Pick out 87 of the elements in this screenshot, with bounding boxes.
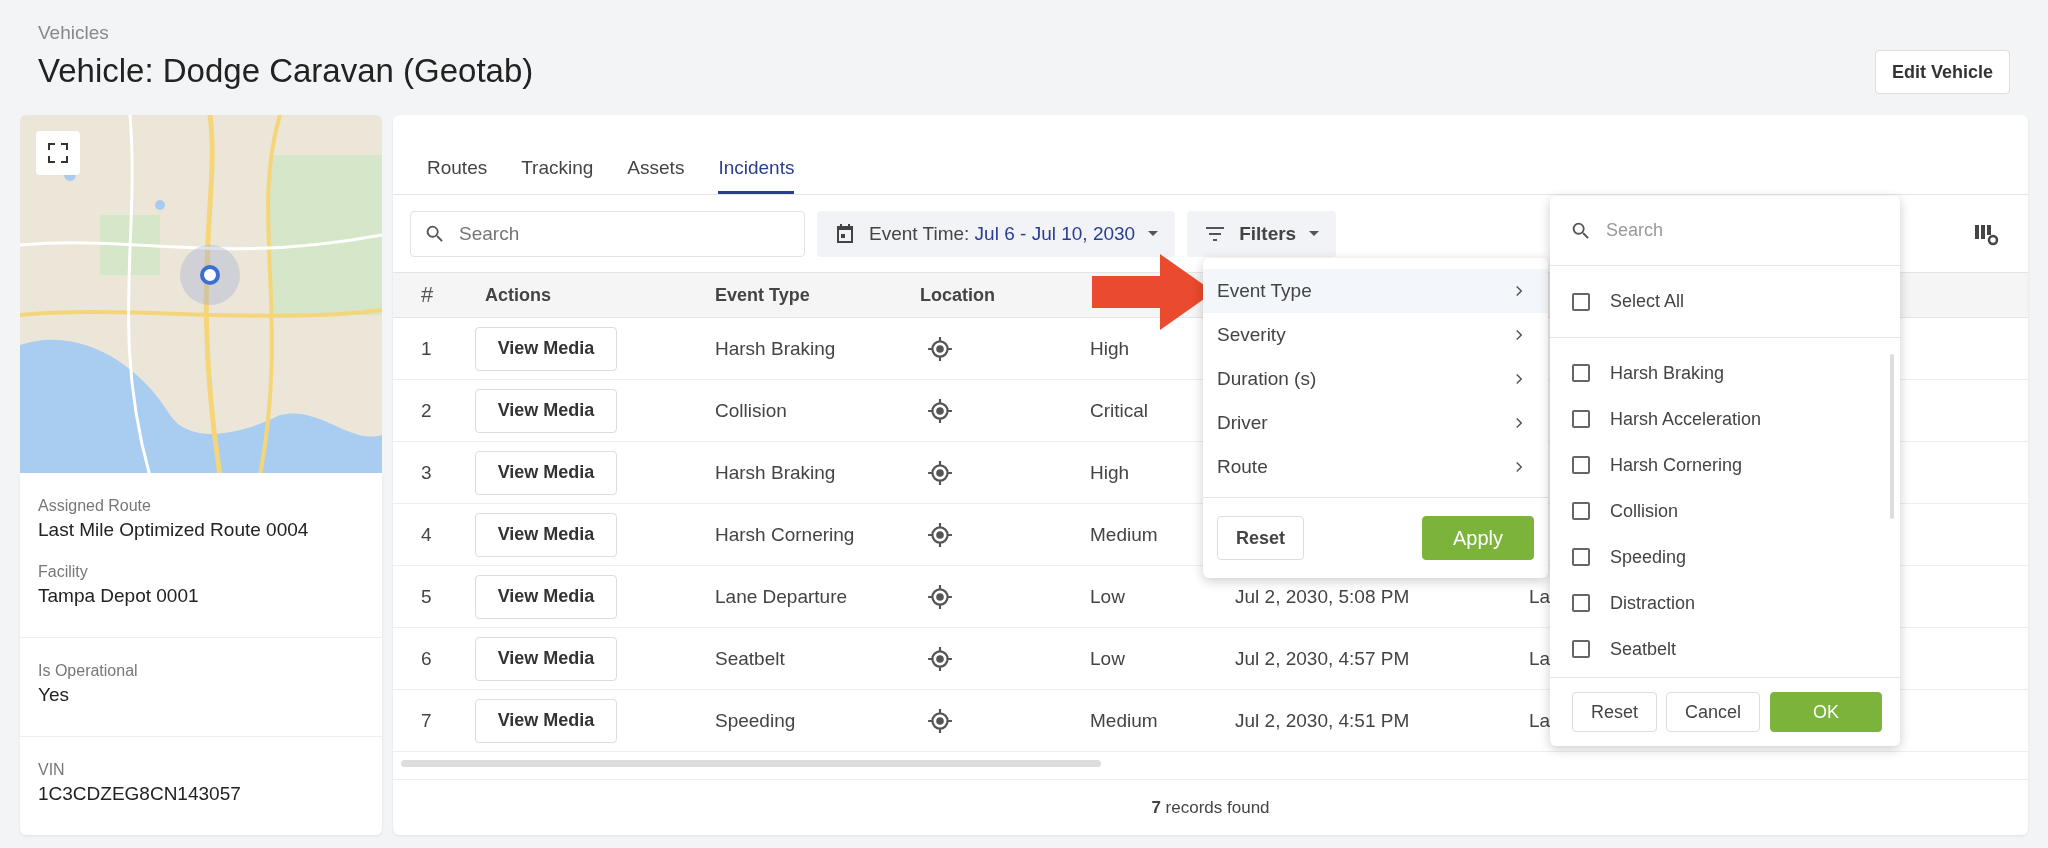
table-cell: Jul 2, 2030, 4:57 PM [1235,647,1410,669]
menu-item[interactable]: Duration (s) [1203,357,1548,401]
location-target-icon[interactable] [927,459,953,486]
view-media-button[interactable]: View Media [475,388,617,433]
reset-button[interactable]: Reset [1217,516,1305,560]
row-number: 3 [421,461,432,483]
cancel-button[interactable]: Cancel [1665,692,1760,732]
menu-item[interactable]: Driver [1203,401,1548,445]
table-cell: La [1529,647,1551,669]
checkbox[interactable]: Harsh Cornering [1572,454,1743,476]
row-number: 1 [421,337,432,359]
field-value: 1C3CDZEG8CN143057 [38,783,242,805]
view-media-button[interactable]: View Media [475,636,617,681]
table-cell: Seatbelt [715,647,785,669]
table-cell: High [1090,337,1130,359]
table-cell: Lane Departure [715,585,848,607]
table-cell: High [1090,461,1130,483]
row-number: 7 [421,709,432,731]
table-cell: Low [1090,585,1125,607]
column-header: # [421,282,434,307]
table-cell: Low [1090,647,1125,669]
filters-button[interactable]: Filters [1187,210,1337,257]
row-number: 2 [421,399,432,421]
menu-item[interactable]: Severity [1203,313,1548,357]
records-count: 7 records found [1151,797,1270,818]
table-cell: Speeding [715,709,796,731]
table-cell: Jul 2, 2030, 4:51 PM [1235,709,1410,731]
table-cell: La [1529,585,1551,607]
checkbox[interactable]: Collision [1572,500,1679,522]
table-cell: Medium [1090,523,1158,545]
location-target-icon[interactable] [927,645,953,672]
checkbox[interactable]: Seatbelt [1572,638,1677,660]
field-value: Yes [38,684,70,706]
row-number: 4 [421,523,432,545]
view-media-button[interactable]: View Media [475,326,617,371]
row-number: 6 [421,647,432,669]
location-target-icon[interactable] [927,521,953,548]
field-value: Last Mile Optimized Route 0004 [38,519,310,541]
search-icon [1570,220,1592,242]
search-field[interactable]: Search [410,210,805,257]
location-target-icon[interactable] [927,707,953,734]
menu-item[interactable]: Event Type [1203,269,1548,313]
caret-icon [1308,230,1321,237]
table-cell: Collision [715,399,787,421]
search-field[interactable]: Search [1550,196,1900,265]
event-time-button[interactable]: Event Time: Jul 6 - Jul 10, 2030 [817,210,1176,257]
location-target-icon[interactable] [927,335,953,362]
column-header: Event Type [715,284,810,305]
table-cell: La [1529,709,1551,731]
caret-icon [1147,230,1160,237]
field-label: Is Operational [38,662,139,680]
column-header: Location [920,284,995,305]
table-cell: Jul 2, 2030, 5:08 PM [1235,585,1410,607]
table-cell: Critical [1090,399,1149,421]
table-cell: Medium [1090,709,1158,731]
view-media-button[interactable]: View Media [475,512,617,557]
field-label: VIN [38,761,66,779]
fullscreen-button[interactable] [36,131,80,175]
checkbox[interactable]: Harsh Braking [1572,362,1725,384]
view-media-button[interactable]: View Media [475,574,617,619]
table-cell: Harsh Cornering [715,523,855,545]
view-media-button[interactable]: View Media [475,450,617,495]
tab[interactable]: Assets [627,157,685,194]
menu-item[interactable]: Route [1203,445,1548,489]
field-value: Tampa Depot 0001 [38,585,200,607]
reset-button[interactable]: Reset [1572,692,1658,732]
fullscreen-icon [46,141,70,165]
table-cell: Harsh Braking [715,461,836,483]
field-label: Facility [38,563,89,581]
edit-vehicle-button[interactable]: Edit Vehicle [1874,50,2010,94]
table-cell: Harsh Braking [715,337,836,359]
location-target-icon[interactable] [927,583,953,610]
checkbox[interactable]: Distraction [1572,592,1696,614]
checkbox[interactable]: Speeding [1572,546,1687,568]
row-number: 5 [421,585,432,607]
checkbox[interactable]: Harsh Acceleration [1572,408,1762,430]
checkbox[interactable]: Select All [1572,291,1685,312]
scrollbar-thumb[interactable] [401,759,1101,767]
location-target-icon[interactable] [927,397,953,424]
scrollbar-thumb[interactable] [1890,354,1894,519]
tab[interactable]: Incidents [718,157,795,194]
tab[interactable]: Tracking [521,157,594,194]
view-media-button[interactable]: View Media [475,698,617,743]
tab[interactable]: Routes [427,157,488,194]
field-label: Assigned Route [38,497,152,515]
column-header: Actions [485,284,551,305]
page-title: Vehicle: Dodge Caravan (Geotab) [38,52,534,90]
